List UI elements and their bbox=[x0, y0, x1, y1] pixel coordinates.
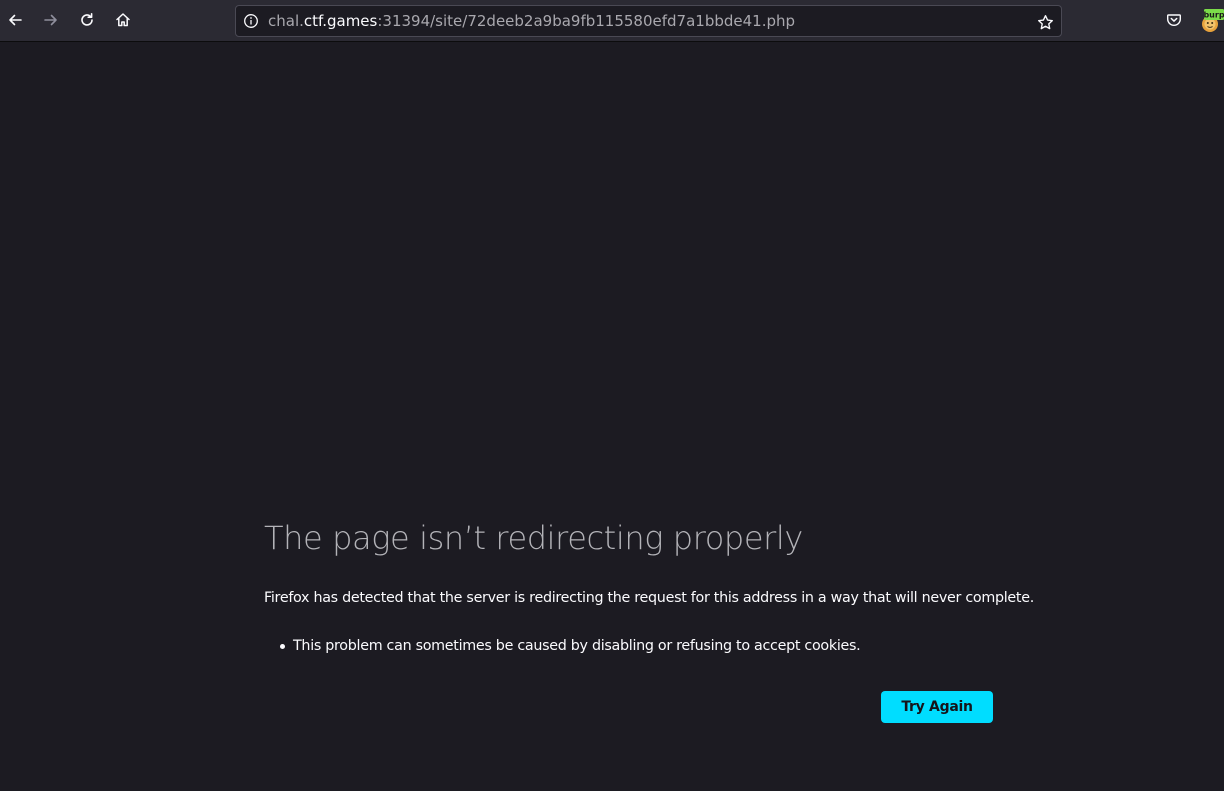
error-title: The page isn’t redirecting properly bbox=[264, 519, 803, 557]
pocket-button[interactable] bbox=[1160, 6, 1188, 34]
back-button[interactable] bbox=[1, 6, 29, 34]
burp-extension-icon[interactable]: burp bbox=[1200, 8, 1224, 32]
reload-button[interactable] bbox=[73, 6, 101, 34]
url-host: ctf.games bbox=[303, 12, 378, 30]
url-path: :31394/site/72deeb2a9ba9fb115580efd7a1bb… bbox=[377, 12, 796, 30]
error-description: Firefox has detected that the server is … bbox=[264, 590, 1034, 606]
pocket-icon bbox=[1167, 14, 1181, 26]
home-button[interactable] bbox=[109, 6, 137, 34]
burp-label: burp bbox=[1203, 11, 1224, 20]
reload-icon bbox=[81, 13, 93, 26]
home-icon bbox=[116, 13, 130, 27]
url-text[interactable]: chal.ctf.games:31394/site/72deeb2a9ba9fb… bbox=[268, 12, 795, 30]
forward-button[interactable] bbox=[37, 6, 65, 34]
url-bar[interactable]: chal.ctf.games:31394/site/72deeb2a9ba9fb… bbox=[235, 5, 1062, 37]
back-icon bbox=[9, 14, 22, 26]
error-cause-text: This problem can sometimes be caused by … bbox=[293, 638, 861, 654]
list-item: This problem can sometimes be caused by … bbox=[264, 636, 861, 656]
url-prefix: chal. bbox=[268, 12, 304, 30]
browser-toolbar: chal.ctf.games:31394/site/72deeb2a9ba9fb… bbox=[0, 0, 1224, 42]
forward-icon bbox=[44, 14, 57, 26]
site-info-icon[interactable] bbox=[242, 12, 260, 30]
bullet-icon bbox=[280, 644, 285, 649]
bookmark-star-icon[interactable] bbox=[1035, 12, 1055, 32]
try-again-button[interactable]: Try Again bbox=[881, 691, 993, 723]
error-content: The page isn’t redirecting properly Fire… bbox=[264, 518, 1034, 654]
error-cause-list: This problem can sometimes be caused by … bbox=[264, 636, 861, 656]
